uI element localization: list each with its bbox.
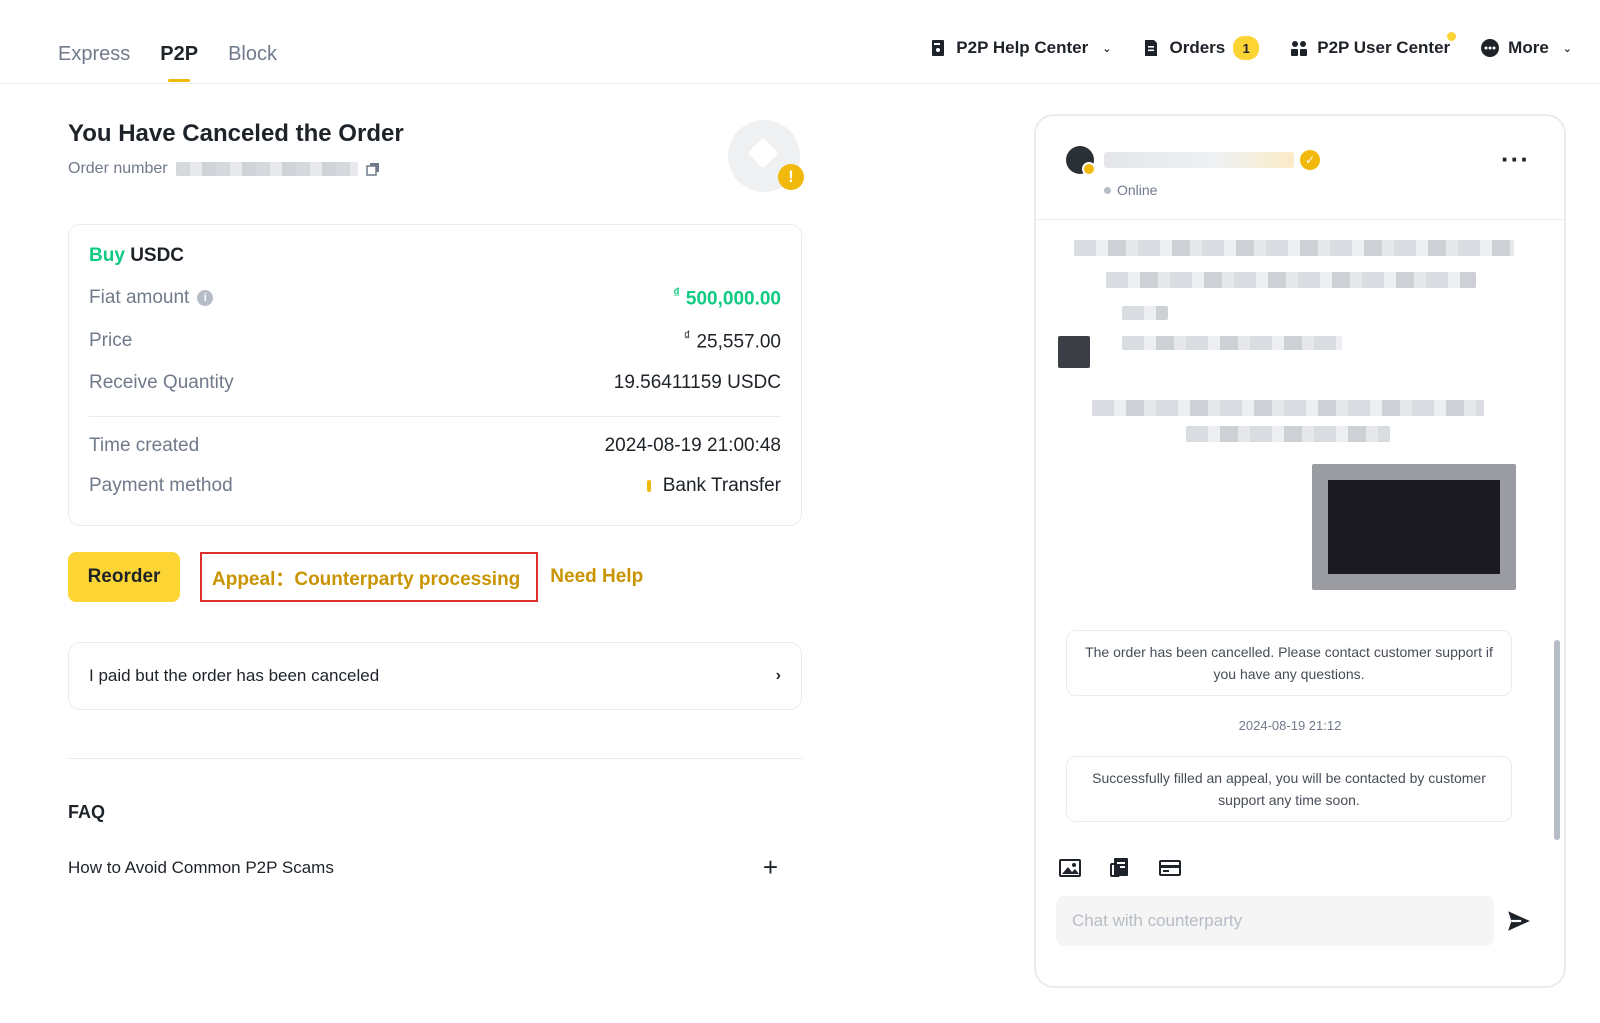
chat-scrollbar[interactable] <box>1554 640 1560 840</box>
price-label: Price <box>89 329 133 351</box>
redacted-message <box>1092 400 1484 416</box>
fiat-amount-row: Fiat amount i ₫ 500,000.00 <box>89 285 781 310</box>
order-number-row: Order number <box>68 160 802 178</box>
warning-icon: ! <box>778 164 804 190</box>
tab-p2p[interactable]: P2P <box>160 43 198 82</box>
redacted-message <box>1074 240 1514 256</box>
more-dots-icon <box>1481 39 1500 57</box>
notification-dot <box>1447 32 1457 41</box>
online-status-label: Online <box>1117 182 1158 198</box>
payment-card-icon[interactable] <box>1158 856 1182 880</box>
receive-quantity-value: 19.56411159 USDC <box>613 371 781 393</box>
trade-side-asset: Buy USDC <box>89 245 781 267</box>
appeal-status-link[interactable]: Appeal：Counterparty processing <box>200 552 539 602</box>
status-dot <box>1104 186 1111 194</box>
top-nav: P2P Help Center ⌄ Orders 1 P2P User Cent… <box>928 32 1572 60</box>
chat-header: ✓ Online ··· <box>1036 116 1564 220</box>
paid-but-canceled-label: I paid but the order has been canceled <box>89 666 380 685</box>
order-info-icon[interactable] <box>1108 856 1132 880</box>
tab-express[interactable]: Express <box>58 43 130 66</box>
redacted-message <box>1106 272 1476 288</box>
trade-asset: USDC <box>130 245 185 266</box>
time-created-value: 2024-08-19 21:00:48 <box>604 434 781 456</box>
need-help-link[interactable]: Need Help <box>550 566 643 588</box>
paid-but-canceled-item[interactable]: I paid but the order has been canceled › <box>68 642 802 710</box>
price-value: 25,557.00 <box>696 331 781 353</box>
system-message-appeal: Successfully filled an appeal, you will … <box>1066 756 1512 822</box>
faq-item[interactable]: How to Avoid Common P2P Scams + <box>68 852 778 883</box>
payment-method-row: Payment method Bank Transfer <box>89 475 781 497</box>
more-label: More <box>1508 38 1549 57</box>
orders-doc-icon <box>1145 40 1158 56</box>
info-icon[interactable]: i <box>197 289 214 306</box>
orders-link[interactable]: Orders 1 <box>1141 36 1260 60</box>
avatar <box>1066 146 1096 176</box>
fiat-currency-symbol: ₫ <box>673 285 680 300</box>
chevron-right-icon: › <box>775 667 781 684</box>
order-summary-card: Buy USDC Fiat amount i ₫ 500,000.00 Price… <box>68 224 802 526</box>
redacted-image-message <box>1312 464 1516 590</box>
help-center-label: P2P Help Center <box>956 38 1089 57</box>
fiat-amount-value-wrap: ₫ 500,000.00 <box>673 285 781 310</box>
user-center-icon <box>1291 41 1308 56</box>
online-status: Online <box>1104 182 1157 198</box>
fiat-amount-label: Fiat amount <box>89 286 190 308</box>
redacted-avatar <box>1058 336 1090 368</box>
image-upload-icon[interactable] <box>1058 856 1082 880</box>
faq-item-label: How to Avoid Common P2P Scams <box>68 857 334 877</box>
price-currency-symbol: ₫ <box>683 328 691 344</box>
payment-method-label: Payment method <box>89 474 233 496</box>
section-divider <box>68 758 802 759</box>
payment-method-marker <box>646 479 651 492</box>
orders-count-badge: 1 <box>1233 36 1260 60</box>
price-value-wrap: ₫ 25,557.00 <box>684 328 781 353</box>
order-actions: Reorder Appeal：Counterparty processing N… <box>68 552 643 602</box>
send-icon[interactable] <box>1506 908 1532 934</box>
payment-method-value-wrap: Bank Transfer <box>646 474 781 497</box>
chat-panel: ✓ Online ··· The order has been cancelle… <box>1034 114 1566 988</box>
redacted-message <box>1186 426 1390 442</box>
chat-toolbar <box>1058 856 1182 880</box>
time-created-row: Time created 2024-08-19 21:00:48 <box>89 435 781 457</box>
order-number-redacted <box>175 162 358 176</box>
order-number-label: Order number <box>68 160 168 177</box>
chat-options-icon[interactable]: ··· <box>1501 144 1530 175</box>
redacted-message <box>1122 336 1342 350</box>
order-detail: You Have Canceled the Order Order number… <box>68 120 804 882</box>
fiat-amount-value: 500,000.00 <box>685 288 781 310</box>
price-row: Price ₫ 25,557.00 <box>89 328 781 353</box>
p2p-help-center-menu[interactable]: P2P Help Center ⌄ <box>928 38 1111 58</box>
receive-quantity-label: Receive Quantity <box>89 371 234 393</box>
more-menu[interactable]: More ⌄ <box>1480 38 1572 58</box>
chat-messages: The order has been cancelled. Please con… <box>1036 220 1564 842</box>
system-message-cancelled: The order has been cancelled. Please con… <box>1066 630 1512 696</box>
chat-input[interactable] <box>1056 896 1494 946</box>
faq-title: FAQ <box>68 802 106 822</box>
counterparty-name-redacted <box>1104 152 1294 168</box>
trade-type-tabs: Express P2P Block <box>58 43 277 82</box>
help-book-icon <box>932 40 945 56</box>
trade-side: Buy <box>89 245 125 266</box>
fiat-amount-label-wrap: Fiat amount i <box>89 286 214 309</box>
canceled-status-illustration: ! <box>728 120 804 192</box>
chevron-down-icon: ⌄ <box>1562 42 1572 55</box>
p2p-user-center-link[interactable]: P2P User Center <box>1289 32 1457 58</box>
tab-block[interactable]: Block <box>228 43 277 66</box>
plus-icon: + <box>762 852 778 882</box>
card-divider <box>89 415 781 417</box>
top-bar: Express P2P Block P2P Help Center ⌄ Orde… <box>0 0 1600 84</box>
user-center-label: P2P User Center <box>1317 38 1451 57</box>
orders-label: Orders <box>1169 38 1226 57</box>
receive-quantity-row: Receive Quantity 19.56411159 USDC <box>89 372 781 394</box>
verified-check-icon: ✓ <box>1300 150 1320 170</box>
diamond-icon <box>747 137 779 169</box>
copy-icon[interactable] <box>365 162 380 176</box>
reorder-button[interactable]: Reorder <box>68 552 180 602</box>
chevron-down-icon: ⌄ <box>1102 42 1112 55</box>
payment-method-value: Bank Transfer <box>662 474 781 496</box>
redacted-message <box>1122 306 1168 320</box>
page-title: You Have Canceled the Order <box>68 120 404 147</box>
chat-timestamp: 2024-08-19 21:12 <box>1238 718 1342 733</box>
time-created-label: Time created <box>89 434 200 456</box>
